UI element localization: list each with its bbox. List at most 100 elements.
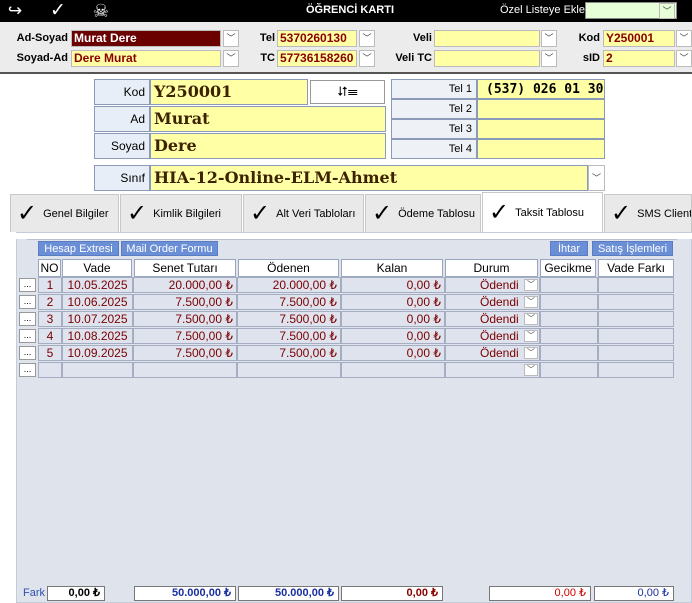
tc-input[interactable]: 57736158260 xyxy=(277,50,357,67)
cell-kalan[interactable]: 0,00 ₺ xyxy=(341,345,445,361)
cell-odenen[interactable]: 20.000,00 ₺ xyxy=(237,277,341,293)
chevron-down-icon[interactable]: ﹀ xyxy=(524,364,538,376)
kod-input[interactable]: Y250001 xyxy=(603,30,675,47)
cell-vade[interactable]: 10.07.2025 xyxy=(62,311,133,327)
tel2-value[interactable] xyxy=(477,99,605,119)
sort-list-icon[interactable]: ⮃☰ xyxy=(310,80,385,104)
chevron-down-icon[interactable]: ﹀ xyxy=(223,30,239,47)
chevron-down-icon[interactable]: ﹀ xyxy=(676,30,692,47)
cell-gecikme[interactable] xyxy=(540,277,598,293)
cell-durum[interactable]: Ödendi ﹀ xyxy=(445,345,540,361)
chevron-down-icon[interactable]: ﹀ xyxy=(541,30,557,47)
col-header-kalan[interactable]: Kalan xyxy=(341,259,443,277)
row-select-button[interactable]: ... xyxy=(19,346,36,360)
cell-durum[interactable]: Ödendi ﹀ xyxy=(445,328,540,344)
cell-gecikme[interactable] xyxy=(540,294,598,310)
cell-vade-farki[interactable] xyxy=(598,311,674,327)
tab-genel-bilgiler[interactable]: ✓ Genel Bilgiler xyxy=(10,194,119,232)
cell-gecikme[interactable] xyxy=(540,362,598,378)
row-select-button[interactable]: ... xyxy=(19,278,36,292)
col-header-gecikme[interactable]: Gecikme xyxy=(540,259,596,277)
chevron-down-icon[interactable]: ﹀ xyxy=(541,50,557,67)
tel-input[interactable]: 5370260130 xyxy=(277,30,357,47)
cell-kalan[interactable] xyxy=(341,362,445,378)
cell-no[interactable]: 5 xyxy=(38,345,62,361)
chevron-down-icon[interactable]: ﹀ xyxy=(524,313,538,325)
skull-icon[interactable]: ☠ xyxy=(91,1,111,21)
col-header-odenen[interactable]: Ödenen xyxy=(238,259,339,277)
cell-no[interactable] xyxy=(38,362,62,378)
check-icon[interactable]: ✓ xyxy=(49,1,67,21)
cell-vade[interactable] xyxy=(62,362,133,378)
cell-vade[interactable]: 10.06.2025 xyxy=(62,294,133,310)
soyad-ad-input[interactable]: Dere Murat xyxy=(71,50,221,67)
satis-islemleri-button[interactable]: Satış İşlemleri xyxy=(592,241,673,256)
cell-senet-tutari[interactable]: 7.500,00 ₺ xyxy=(133,345,237,361)
cell-durum[interactable]: ﹀ xyxy=(445,362,540,378)
chevron-down-icon[interactable]: ﹀ xyxy=(524,347,538,359)
cell-vade-farki[interactable] xyxy=(598,328,674,344)
cell-gecikme[interactable] xyxy=(540,311,598,327)
card-ad-value[interactable]: Murat xyxy=(150,106,386,132)
cell-kalan[interactable]: 0,00 ₺ xyxy=(341,311,445,327)
cell-vade[interactable]: 10.09.2025 xyxy=(62,345,133,361)
chevron-down-icon[interactable]: ﹀ xyxy=(524,296,538,308)
chevron-down-icon[interactable]: ﹀ xyxy=(524,279,538,291)
col-header-durum[interactable]: Durum xyxy=(445,259,538,277)
col-header-vade[interactable]: Vade xyxy=(62,259,132,277)
cell-vade[interactable]: 10.05.2025 xyxy=(62,277,133,293)
chevron-down-icon[interactable]: ﹀ xyxy=(659,3,675,19)
tel1-value[interactable]: (537) 026 01 30 xyxy=(477,79,605,99)
cell-kalan[interactable]: 0,00 ₺ xyxy=(341,328,445,344)
cell-gecikme[interactable] xyxy=(540,345,598,361)
cell-vade[interactable]: 10.08.2025 xyxy=(62,328,133,344)
cell-no[interactable]: 2 xyxy=(38,294,62,310)
cell-durum[interactable]: Ödendi ﹀ xyxy=(445,294,540,310)
row-select-button[interactable]: ... xyxy=(19,312,36,326)
cell-senet-tutari[interactable]: 20.000,00 ₺ xyxy=(133,277,237,293)
exit-arrow-icon[interactable]: ↪ xyxy=(6,1,24,21)
card-kod-value[interactable]: Y250001 xyxy=(150,79,308,105)
chevron-down-icon[interactable]: ﹀ xyxy=(588,165,605,191)
sid-input[interactable]: 2 xyxy=(603,50,675,67)
cell-vade-farki[interactable] xyxy=(598,345,674,361)
cell-vade-farki[interactable] xyxy=(598,362,674,378)
cell-vade-farki[interactable] xyxy=(598,277,674,293)
cell-odenen[interactable]: 7.500,00 ₺ xyxy=(237,294,341,310)
cell-kalan[interactable]: 0,00 ₺ xyxy=(341,277,445,293)
cell-senet-tutari[interactable]: 7.500,00 ₺ xyxy=(133,311,237,327)
cell-senet-tutari[interactable]: 7.500,00 ₺ xyxy=(133,294,237,310)
chevron-down-icon[interactable]: ﹀ xyxy=(223,50,239,67)
card-sinif-value[interactable]: HIA-12-Online-ELM-Ahmet xyxy=(150,165,588,191)
chevron-down-icon[interactable]: ﹀ xyxy=(359,30,375,47)
veli-tc-input[interactable] xyxy=(434,50,540,67)
chevron-down-icon[interactable]: ﹀ xyxy=(359,50,375,67)
cell-vade-farki[interactable] xyxy=(598,294,674,310)
cell-odenen[interactable]: 7.500,00 ₺ xyxy=(237,328,341,344)
hesap-extresi-button[interactable]: Hesap Extresi xyxy=(38,241,119,256)
cell-senet-tutari[interactable] xyxy=(133,362,237,378)
veli-input[interactable] xyxy=(434,30,540,47)
cell-gecikme[interactable] xyxy=(540,328,598,344)
cell-odenen[interactable] xyxy=(237,362,341,378)
cell-senet-tutari[interactable]: 7.500,00 ₺ xyxy=(133,328,237,344)
chevron-down-icon[interactable]: ﹀ xyxy=(676,50,692,67)
cell-durum[interactable]: Ödendi ﹀ xyxy=(445,277,540,293)
tab-kimlik-bilgileri[interactable]: ✓ Kimlik Bilgileri xyxy=(120,194,242,232)
cell-no[interactable]: 3 xyxy=(38,311,62,327)
tab-sms-client[interactable]: ✓ SMS Client xyxy=(604,194,692,232)
cell-no[interactable]: 1 xyxy=(38,277,62,293)
tab-taksit-tablosu[interactable]: ✓ Taksit Tablosu xyxy=(482,192,603,232)
tel3-value[interactable] xyxy=(477,119,605,139)
cell-durum[interactable]: Ödendi ﹀ xyxy=(445,311,540,327)
row-select-button[interactable]: ... xyxy=(19,295,36,309)
row-select-button[interactable]: ... xyxy=(19,363,36,377)
col-header-no[interactable]: NO xyxy=(38,259,61,277)
chevron-down-icon[interactable]: ﹀ xyxy=(524,330,538,342)
card-soyad-value[interactable]: Dere xyxy=(150,133,386,159)
cell-odenen[interactable]: 7.500,00 ₺ xyxy=(237,311,341,327)
ihtar-button[interactable]: İhtar xyxy=(550,241,588,256)
row-select-button[interactable]: ... xyxy=(19,329,36,343)
tab-odeme-tablosu[interactable]: ✓ Ödeme Tablosu xyxy=(365,194,481,232)
ad-soyad-input[interactable]: Murat Dere xyxy=(71,30,221,47)
